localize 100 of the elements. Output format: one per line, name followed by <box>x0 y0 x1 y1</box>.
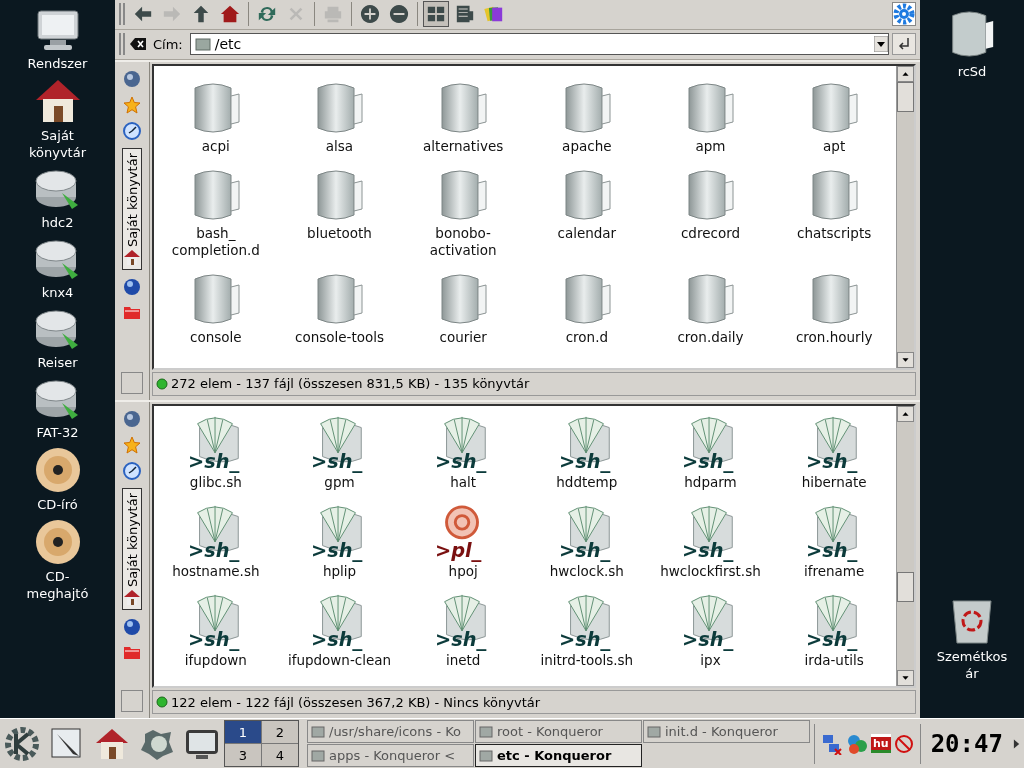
clear-icon[interactable] <box>130 38 146 51</box>
desktop-icon-label[interactable]: CD- meghajtó <box>26 568 89 602</box>
address-field[interactable]: /etc <box>189 33 889 56</box>
scrollbar-thumb[interactable] <box>897 571 914 602</box>
globe-icon[interactable] <box>123 617 141 636</box>
file-name[interactable]: cron.hourly <box>795 328 873 346</box>
desktop-switch[interactable]: 1 <box>225 721 261 743</box>
file-name[interactable]: initrd-tools.sh <box>540 651 634 669</box>
folder-icon[interactable] <box>949 8 995 60</box>
file-name[interactable]: apm <box>695 137 726 155</box>
file-name[interactable]: alternatives <box>423 137 504 155</box>
toolbar-handle[interactable] <box>119 33 125 56</box>
file-name[interactable]: hibernate <box>801 473 867 491</box>
cd-icon[interactable] <box>34 519 81 565</box>
status-light-icon <box>156 377 168 390</box>
file-name[interactable]: apt <box>823 137 846 155</box>
prohibited-icon[interactable] <box>893 733 914 754</box>
clock-icon[interactable] <box>123 461 141 480</box>
file-name[interactable]: inetd <box>445 651 481 669</box>
desktop-icon-label[interactable]: Szemétkos ár <box>936 648 1008 682</box>
file-name[interactable]: calendar <box>557 224 617 242</box>
file-name[interactable]: chatscripts <box>797 224 872 242</box>
task-button[interactable]: root - Konqueror <box>475 720 642 743</box>
toolbar-handle[interactable] <box>119 3 125 26</box>
file-name[interactable]: ipx <box>700 651 721 669</box>
file-name[interactable]: console-tools <box>294 328 384 346</box>
task-button[interactable]: etc - Konqueror <box>475 744 642 767</box>
desktop-icon-label[interactable]: hdc2 <box>41 214 74 231</box>
house-icon <box>124 248 140 265</box>
file-name[interactable]: ifupdown <box>184 651 247 669</box>
folder-icon <box>479 749 493 762</box>
scrollbar[interactable] <box>896 405 914 686</box>
icon-view-button[interactable] <box>423 1 449 28</box>
keyboard-layout-indicator[interactable]: hu <box>871 734 891 753</box>
globe-icon[interactable] <box>123 409 141 428</box>
file-name[interactable]: halt <box>450 473 477 491</box>
file-name[interactable]: hpoj <box>448 562 478 580</box>
k-menu-icon[interactable] <box>4 725 40 762</box>
file-name[interactable]: hplip <box>322 562 357 580</box>
desktop-icon-label[interactable]: FAT-32 <box>36 424 79 441</box>
desktop-switch[interactable]: 2 <box>262 721 298 743</box>
file-name[interactable]: ifrename <box>803 562 865 580</box>
task-button[interactable]: apps - Konqueror < <box>307 744 474 767</box>
enter-arrow-icon <box>897 37 911 52</box>
file-name[interactable]: cron.d <box>565 328 608 346</box>
file-name[interactable]: console <box>190 328 242 346</box>
desktop-icon-label[interactable]: Reiser <box>37 354 78 371</box>
scrollbar[interactable] <box>896 65 914 368</box>
settings-icon[interactable] <box>892 2 916 27</box>
shapes-icon[interactable] <box>846 732 868 755</box>
file-name[interactable]: acpi <box>201 137 230 155</box>
file-name[interactable]: ifupdown-clean <box>287 651 392 669</box>
zoom-in-icon <box>360 3 380 26</box>
cd-icon[interactable] <box>34 447 81 493</box>
file-name[interactable]: hwclock.sh <box>549 562 624 580</box>
folder-icon <box>647 725 661 738</box>
file-name[interactable]: gpm <box>324 473 355 491</box>
clock[interactable]: 20:47 <box>924 729 1009 758</box>
desktop-icon-label[interactable]: rcSd <box>957 63 987 80</box>
desktop-switch[interactable]: 4 <box>262 744 298 766</box>
go-button[interactable] <box>892 33 916 56</box>
sidebar-toggle[interactable] <box>121 371 143 394</box>
file-name[interactable]: hddtemp <box>556 473 618 491</box>
file-name[interactable]: bonobo- activation <box>429 224 497 259</box>
file-name[interactable]: hdparm <box>684 473 737 491</box>
sidebar-toggle[interactable] <box>121 690 143 712</box>
arrow-right-icon[interactable] <box>1012 737 1020 750</box>
address-label: Cím: <box>153 36 183 52</box>
file-name[interactable]: hostname.sh <box>172 562 260 580</box>
file-name[interactable]: apache <box>562 137 612 155</box>
star-icon[interactable] <box>123 95 141 114</box>
task-button[interactable]: /usr/share/icons - Ko <box>307 720 474 743</box>
desktop-switch[interactable]: 3 <box>225 744 261 766</box>
globe-icon[interactable] <box>123 69 141 88</box>
file-name[interactable]: hwclockfirst.sh <box>660 562 761 580</box>
sidebar-tab[interactable]: Saját könyvtár <box>122 147 142 270</box>
file-name[interactable]: bash_ completion.d <box>171 224 260 259</box>
sidebar-tab[interactable]: Saját könyvtár <box>122 487 142 610</box>
file-name[interactable]: alsa <box>325 137 354 155</box>
network-icon[interactable] <box>821 732 843 755</box>
file-name[interactable]: courier <box>439 328 487 346</box>
trash-icon[interactable] <box>949 597 995 645</box>
desktop-icon-label[interactable]: Rendszer <box>27 55 88 72</box>
folder-icon <box>479 725 493 738</box>
scrollbar-thumb[interactable] <box>897 81 914 112</box>
desktop-icon-label[interactable]: knx4 <box>41 284 74 301</box>
monitor-icon[interactable] <box>34 8 81 52</box>
dropdown-arrow-icon[interactable] <box>874 36 888 53</box>
file-name[interactable]: bluetooth <box>307 224 372 242</box>
file-name[interactable]: cron.daily <box>677 328 744 346</box>
desktop-icon-label[interactable]: Saját könyvtár <box>28 127 87 161</box>
clock-icon[interactable] <box>123 121 141 140</box>
file-name[interactable]: glibc.sh <box>189 473 242 491</box>
file-name[interactable]: cdrecord <box>680 224 741 242</box>
task-button[interactable]: init.d - Konqueror <box>643 720 810 743</box>
file-name[interactable]: irda-utils <box>804 651 864 669</box>
star-icon[interactable] <box>123 435 141 454</box>
globe-icon[interactable] <box>123 277 141 296</box>
desktop-icon-label[interactable]: CD-író <box>37 496 78 513</box>
folder-icon <box>194 37 211 52</box>
